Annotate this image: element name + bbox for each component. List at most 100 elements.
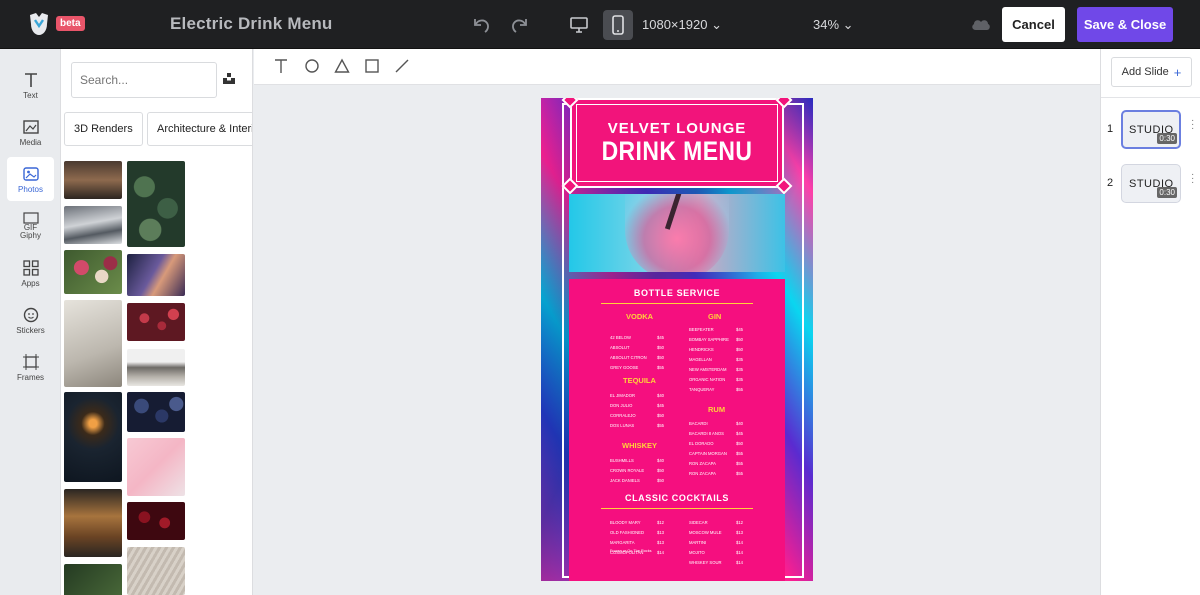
rail-item-frames[interactable]: Frames bbox=[7, 345, 54, 389]
text-tool-icon[interactable] bbox=[274, 58, 288, 74]
design-canvas[interactable]: VELVET LOUNGE DRINK MENU BOTTLE SERVICE … bbox=[541, 98, 813, 581]
menu-item: SIDECAR $12 bbox=[689, 520, 743, 525]
menu-item-name: MAGELLAN bbox=[689, 357, 712, 362]
rail-item-gif[interactable]: GIF Giphy bbox=[7, 204, 54, 248]
rectangle-tool-icon[interactable] bbox=[364, 58, 380, 74]
line-tool-icon[interactable] bbox=[394, 58, 410, 74]
menu-item-price: $55 bbox=[657, 365, 664, 370]
slide-number: 2 bbox=[1107, 177, 1114, 189]
apps-icon bbox=[22, 259, 39, 276]
menu-item: MAGELLAN $35 bbox=[689, 357, 743, 362]
menu-item: HENDRICKS $50 bbox=[689, 347, 743, 352]
menu-item-price: $14 bbox=[736, 540, 743, 545]
menu-item-price: $55 bbox=[736, 461, 743, 466]
menu-item-name: MARTINI bbox=[689, 540, 707, 545]
photo-thumbnail[interactable] bbox=[127, 161, 185, 247]
cloud-save-icon bbox=[972, 20, 990, 30]
cocktail-photo[interactable] bbox=[569, 194, 785, 272]
menu-item-price: $50 bbox=[657, 355, 664, 360]
menu-item-name: WHISKEY SOUR bbox=[689, 560, 722, 565]
menu-item: TANQUERAY $55 bbox=[689, 387, 743, 392]
add-slide-button[interactable]: Add Slide + bbox=[1111, 57, 1192, 87]
menu-item: MARTINI $14 bbox=[689, 540, 743, 545]
photo-thumbnail[interactable] bbox=[127, 392, 185, 432]
photo-thumbnail[interactable] bbox=[127, 303, 185, 341]
slide-menu-icon[interactable]: · · · bbox=[1191, 170, 1194, 188]
photo-thumbnail[interactable] bbox=[127, 349, 185, 386]
menu-item-name: HENDRICKS bbox=[689, 347, 714, 352]
photo-thumbnail[interactable] bbox=[64, 564, 122, 595]
zoom-dropdown[interactable]: 34% ⌄ bbox=[813, 17, 854, 33]
canvas-size-dropdown[interactable]: 1080×1920 ⌄ bbox=[642, 17, 722, 33]
cancel-button[interactable]: Cancel bbox=[1002, 7, 1065, 42]
menu-item: BEEFEATER $45 bbox=[689, 327, 743, 332]
slide-thumbnail-2[interactable]: STUDIO 0:30 bbox=[1121, 164, 1181, 203]
menu-item: EL DORADO $50 bbox=[689, 441, 743, 446]
circle-tool-icon[interactable] bbox=[304, 58, 320, 74]
menu-item: MARGARITA $13 bbox=[610, 540, 664, 545]
photo-thumbnail[interactable] bbox=[64, 206, 122, 244]
menu-board[interactable]: BOTTLE SERVICE VODKA GIN TEQUILA RUM WHI… bbox=[569, 279, 785, 581]
slide-menu-icon[interactable]: · · · bbox=[1191, 116, 1194, 134]
photo-thumbnail[interactable] bbox=[64, 250, 122, 294]
category-vodka: VODKA bbox=[626, 312, 654, 321]
rail-item-photos[interactable]: Photos bbox=[7, 157, 54, 201]
chip-architecture[interactable]: Architecture & Interiors bbox=[147, 112, 252, 146]
photo-thumbnail[interactable] bbox=[64, 300, 122, 387]
menu-header[interactable]: VELVET LOUNGE DRINK MENU bbox=[561, 98, 793, 195]
menu-item: BLOODY MARY $12 bbox=[610, 520, 664, 525]
menu-item: BOMBAY SAPPHIRE $50 bbox=[689, 337, 743, 342]
menu-item-name: DOS LUNAS bbox=[610, 423, 635, 428]
triangle-tool-icon[interactable] bbox=[334, 58, 350, 74]
menu-item: BACARDI $40 bbox=[689, 421, 743, 426]
rail-item-text[interactable]: Text bbox=[7, 63, 54, 107]
category-whiskey: WHISKEY bbox=[622, 441, 658, 450]
menu-item-price: $35 bbox=[736, 357, 743, 362]
menu-item-price: $14 bbox=[657, 550, 664, 555]
search-input[interactable] bbox=[71, 62, 217, 98]
menu-item: ABSOLUT CITRON $50 bbox=[610, 355, 664, 360]
photo-thumbnail[interactable] bbox=[127, 438, 185, 496]
redo-icon[interactable] bbox=[505, 10, 535, 40]
menu-item: WHISKEY SOUR $14 bbox=[689, 560, 743, 565]
photo-thumbnail[interactable] bbox=[127, 502, 185, 540]
menu-item: DOS LUNAS $55 bbox=[610, 423, 664, 428]
rail-item-media[interactable]: Media bbox=[7, 110, 54, 154]
save-close-button[interactable]: Save & Close bbox=[1077, 7, 1173, 42]
app-logo-icon[interactable] bbox=[28, 12, 50, 36]
menu-item: RON ZACAPA $55 bbox=[689, 461, 743, 466]
desktop-view-icon[interactable] bbox=[564, 10, 594, 40]
menu-item: OLD FASHIONED $13 bbox=[610, 530, 664, 535]
photo-thumbnail[interactable] bbox=[127, 547, 185, 595]
photos-panel: 3D Renders Architecture & Interiors bbox=[61, 49, 253, 595]
photo-thumbnail[interactable] bbox=[127, 254, 185, 296]
unsplash-icon[interactable] bbox=[223, 73, 235, 84]
menu-item: CROWN ROYALE $50 bbox=[610, 468, 664, 473]
divider bbox=[1101, 97, 1200, 98]
mobile-view-icon[interactable] bbox=[603, 10, 633, 40]
menu-item: GREY GOOSE $55 bbox=[610, 365, 664, 370]
menu-item-name: MARGARITA bbox=[610, 540, 635, 545]
menu-item-price: $55 bbox=[736, 387, 743, 392]
menu-title: DRINK MENU bbox=[601, 136, 753, 166]
slide-thumbnail-1[interactable]: STUDIO 0:30 bbox=[1121, 110, 1181, 149]
stickers-icon bbox=[23, 307, 38, 322]
photo-thumbnail[interactable] bbox=[64, 392, 122, 482]
document-title[interactable]: Electric Drink Menu bbox=[170, 14, 333, 34]
menu-item-name: 42 BELOW bbox=[610, 335, 631, 340]
section-title-bottle-service: BOTTLE SERVICE bbox=[633, 288, 721, 298]
rail-item-apps[interactable]: Apps bbox=[7, 251, 54, 295]
menu-item-price: $13 bbox=[736, 530, 743, 535]
undo-icon[interactable] bbox=[466, 10, 496, 40]
photo-thumbnail[interactable] bbox=[64, 489, 122, 557]
menu-item-name: OLD FASHIONED bbox=[610, 530, 644, 535]
rail-item-stickers[interactable]: Stickers bbox=[7, 298, 54, 342]
left-rail: Text Media Photos GIF Giphy Apps Stickers… bbox=[0, 49, 61, 595]
shape-toolbar bbox=[254, 49, 1100, 85]
chip-3d-renders[interactable]: 3D Renders bbox=[64, 112, 143, 146]
menu-item-name: GREY GOOSE bbox=[610, 365, 639, 370]
photo-thumbnail[interactable] bbox=[64, 161, 122, 199]
menu-item-name: BEEFEATER bbox=[689, 327, 714, 332]
photos-icon bbox=[22, 166, 39, 181]
menu-item: BACARDI 8 ANOS $45 bbox=[689, 431, 743, 436]
